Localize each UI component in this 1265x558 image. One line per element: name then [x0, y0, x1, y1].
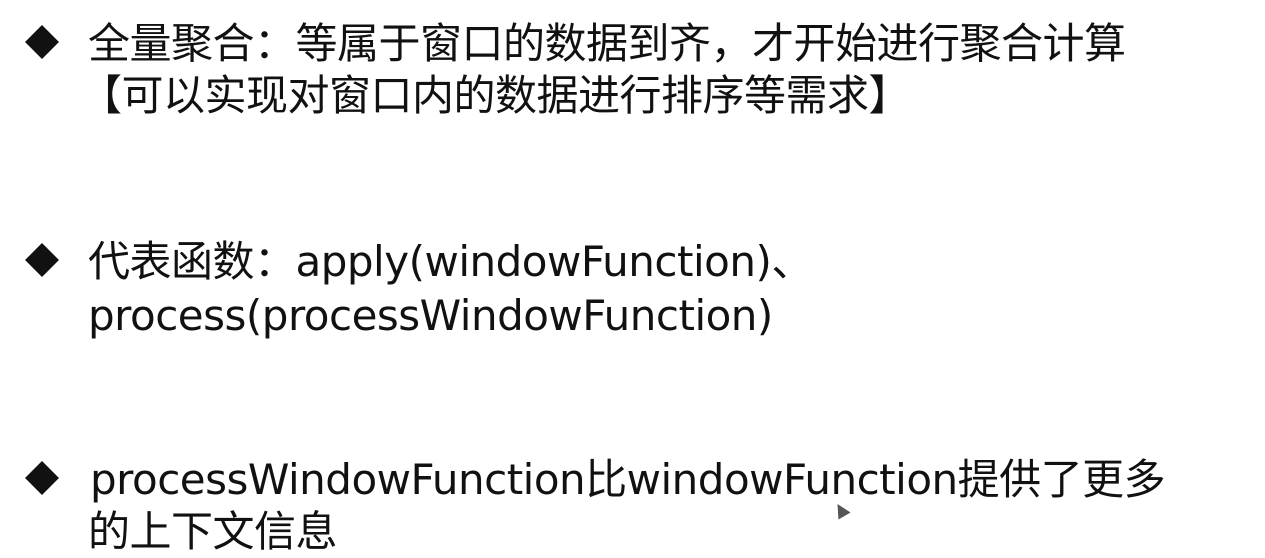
diamond-bullet-icon — [25, 243, 59, 277]
bullet-text-line: 的上下文信息 — [88, 507, 338, 556]
bullet-text-line: 代表函数：apply(windowFunction)、 — [88, 237, 813, 286]
bullet-text-line: process(processWindowFunction) — [88, 291, 773, 340]
bullet-text-line: 【可以实现对窗口内的数据进行排序等需求】 — [80, 71, 911, 120]
diamond-bullet-icon — [25, 25, 59, 59]
bullet-text-line: 全量聚合：等属于窗口的数据到齐，才开始进行聚合计算 — [88, 19, 1126, 68]
diamond-bullet-icon — [25, 461, 59, 495]
bullet-text-line: processWindowFunction比windowFunction提供了更… — [90, 455, 1166, 504]
